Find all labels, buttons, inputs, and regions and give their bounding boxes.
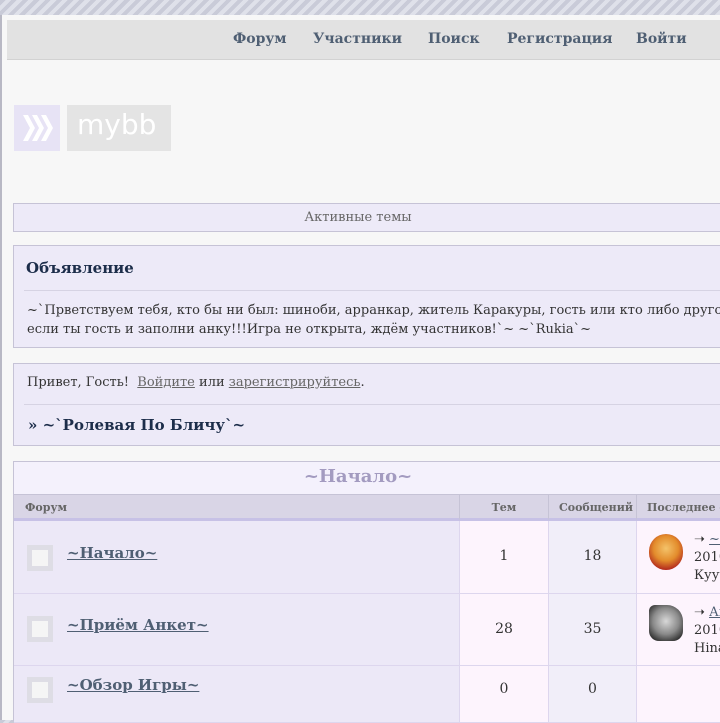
top-navigation: Форум Участники Поиск Регистрация Войти [7, 20, 720, 60]
forum-link[interactable]: ~Приём Анкет~ [67, 616, 209, 634]
nav-members-link[interactable]: Участники [313, 31, 402, 47]
avatar[interactable] [649, 534, 683, 570]
active-topics-link[interactable]: Активные темы [14, 210, 720, 225]
category-title[interactable]: ~Начало~ [14, 462, 720, 494]
posts-cell: 35 [548, 594, 636, 665]
arrow-right-icon: ➝ [694, 532, 705, 547]
forum-link[interactable]: ~Обзор Игры~ [67, 676, 199, 694]
divider [24, 290, 720, 291]
last-post-date: 2010 [694, 550, 720, 565]
column-header-posts: Сообщений [548, 494, 636, 521]
register-link[interactable]: зарегистрируйтесь [229, 375, 361, 390]
or-text: или [199, 375, 225, 390]
last-post-user: Кууч [694, 568, 720, 583]
topics-cell: 1 [459, 521, 548, 593]
period-text: . [360, 375, 365, 390]
forum-status-icon [27, 545, 53, 571]
announcement-body: ~`Прветствуем тебя, кто бы ни был: шиноб… [27, 301, 720, 339]
column-header-topics: Тем [459, 494, 548, 521]
last-post-cell: ➝ ~` 2010 Кууч [636, 521, 720, 593]
greeting-text: Привет, Гость! [27, 375, 130, 390]
nav-login-link[interactable]: Войти [636, 31, 687, 47]
posts-count: 0 [588, 681, 597, 697]
posts-count: 18 [583, 548, 602, 564]
arrow-right-icon: ➝ [694, 605, 705, 620]
mybb-logo-icon[interactable] [14, 105, 60, 151]
forum-row: ~Обзор Игры~ 0 0 [14, 666, 720, 723]
forum-status-icon [27, 677, 53, 703]
divider [24, 404, 720, 405]
posts-count: 35 [583, 621, 602, 637]
welcome-panel: Привет, Гость! Войдите или зарегистрируй… [13, 363, 720, 446]
topics-count: 28 [495, 621, 513, 637]
column-header-last-post-label: Последнее с [647, 501, 720, 514]
nav-register-link[interactable]: Регистрация [507, 31, 613, 47]
announcement-line-2: если ты гость и заполни анку!!!Игра не о… [27, 322, 592, 337]
last-post-user: Hina [694, 641, 720, 656]
forum-status-icon [27, 616, 53, 642]
posts-cell: 18 [548, 521, 636, 593]
topics-cell: 28 [459, 594, 548, 665]
breadcrumb[interactable]: » ~`Ролевая По Бличу`~ [28, 416, 245, 434]
page: Форум Участники Поиск Регистрация Войти … [0, 15, 720, 723]
announcement-panel: Объявление ~`Прветствуем тебя, кто бы ни… [13, 245, 720, 348]
login-link[interactable]: Войдите [137, 375, 195, 390]
forum-category: ~Начало~ Форум Тем Сообщений Последнее с… [13, 461, 720, 723]
last-post-cell [636, 666, 720, 722]
last-post-link[interactable]: ~` [709, 532, 720, 547]
announcement-line-1: ~`Прветствуем тебя, кто бы ни был: шиноб… [27, 303, 720, 318]
forum-cell: ~Обзор Игры~ [14, 666, 459, 722]
forum-row: ~Приём Анкет~ 28 35 ➝ Ан 2010 Hina [14, 594, 720, 666]
topics-cell: 0 [459, 666, 548, 722]
topics-count: 0 [499, 681, 509, 697]
last-post-link[interactable]: Ан [709, 605, 720, 620]
last-post-cell: ➝ Ан 2010 Hina [636, 594, 720, 665]
posts-cell: 0 [548, 666, 636, 722]
chevrons-icon [23, 115, 53, 141]
last-post-info: ➝ Ан 2010 Hina [694, 604, 720, 658]
forum-cell: ~Начало~ [14, 521, 459, 593]
forum-row: ~Начало~ 1 18 ➝ ~` 2010 Кууч [14, 521, 720, 594]
column-header-posts-label: Сообщений [559, 501, 634, 514]
avatar[interactable] [649, 605, 683, 641]
nav-forum-link[interactable]: Форум [233, 31, 287, 47]
column-header-forum-label: Форум [25, 501, 68, 514]
forum-cell: ~Приём Анкет~ [14, 594, 459, 665]
last-post-info: ➝ ~` 2010 Кууч [694, 531, 720, 585]
forum-link[interactable]: ~Начало~ [67, 544, 157, 562]
logo-text: mybb [77, 108, 157, 141]
last-post-date: 2010 [694, 623, 720, 638]
column-header-last-post: Последнее с [636, 494, 720, 521]
nav-search-link[interactable]: Поиск [428, 31, 480, 47]
mybb-logo[interactable]: mybb [67, 105, 171, 151]
announcement-title: Объявление [26, 259, 134, 277]
topics-count: 1 [499, 548, 509, 564]
active-topics-bar[interactable]: Активные темы [13, 203, 720, 232]
guest-greeting: Привет, Гость! Войдите или зарегистрируй… [27, 375, 365, 390]
column-header-topics-label: Тем [491, 501, 517, 514]
column-header-forum: Форум [14, 494, 459, 521]
